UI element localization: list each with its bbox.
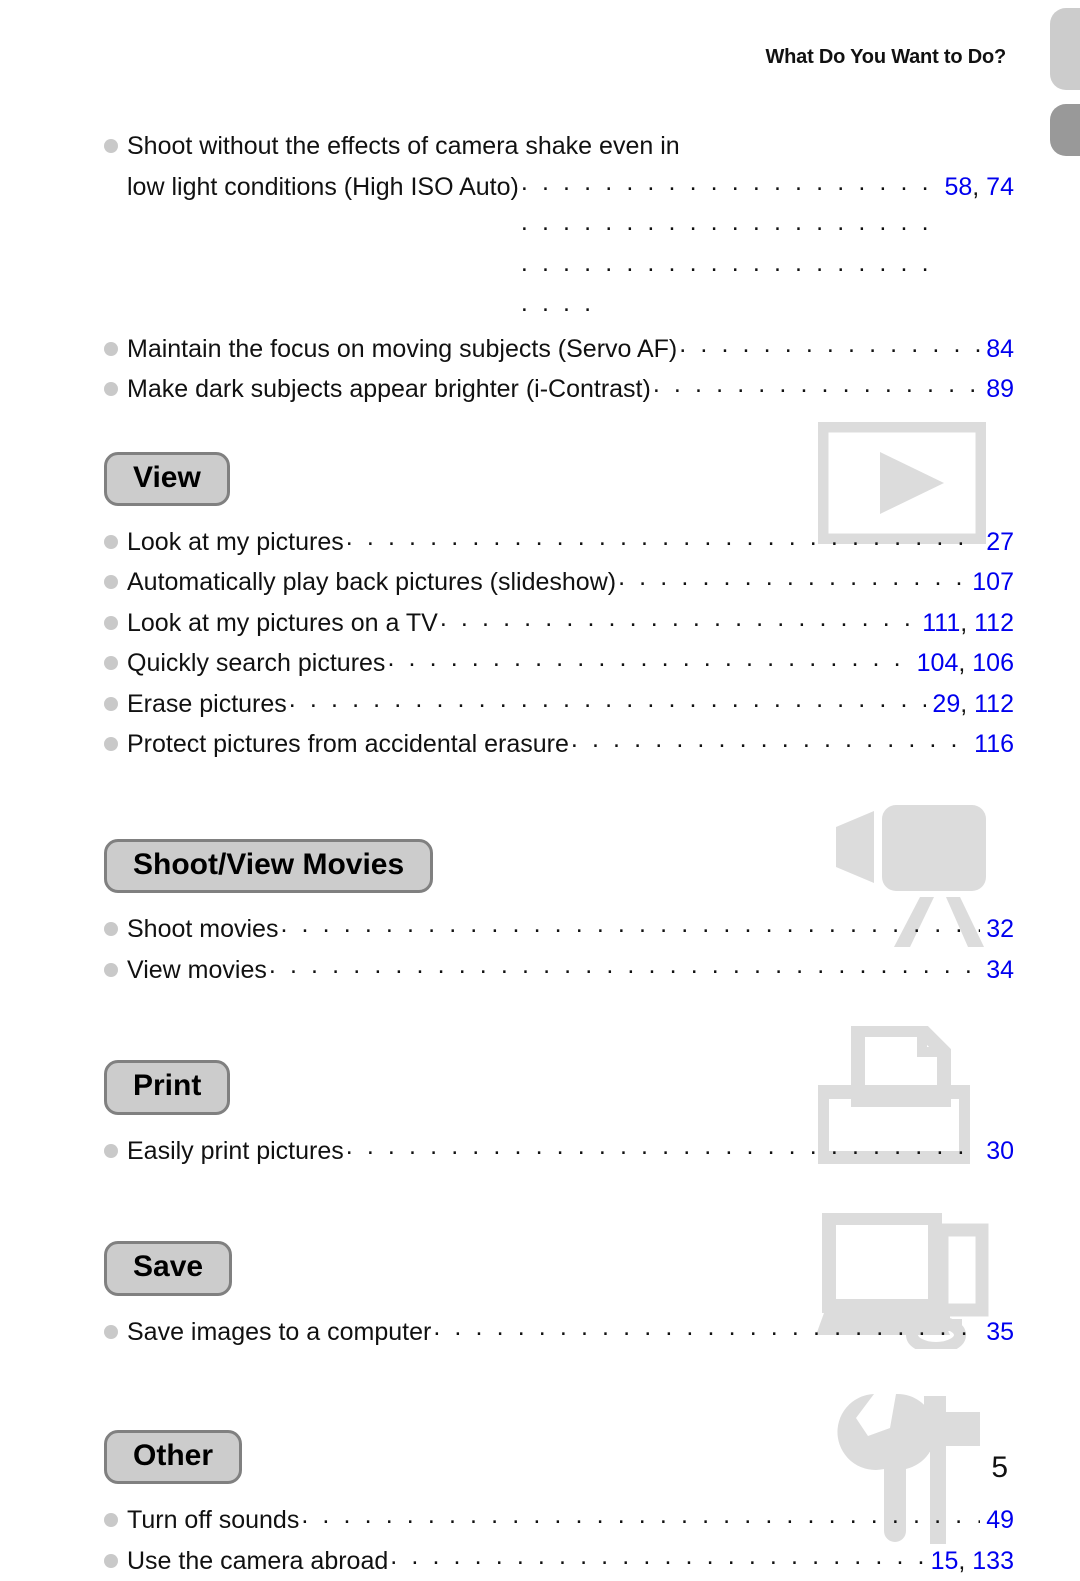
- toc-entry-label: Maintain the focus on moving subjects (S…: [127, 334, 678, 363]
- bullet-icon: [104, 1553, 118, 1568]
- edge-tab-dark: [1050, 104, 1080, 156]
- toc-entry[interactable]: Save images to a computer 35: [104, 1312, 1014, 1353]
- bullet-icon: [104, 1324, 118, 1339]
- toc-entry-pages[interactable]: 104, 106: [913, 643, 1014, 684]
- toc-entry[interactable]: Easily print pictures 30: [104, 1131, 1014, 1172]
- section-view: View Look at my pictures 27 Automaticall…: [104, 421, 1014, 765]
- toc-entry-label: Look at my pictures: [127, 527, 344, 556]
- section-print: Print Easily print pictures 30: [104, 1026, 1014, 1172]
- bullet-icon: [104, 139, 118, 153]
- bullet-icon: [104, 1143, 118, 1158]
- toc-entry[interactable]: Protect pictures from accidental erasure…: [104, 724, 1014, 765]
- leader-dots: [346, 1126, 980, 1167]
- bullet-icon: [104, 962, 118, 977]
- leader-dots: [387, 638, 910, 679]
- section-print-list: Easily print pictures 30: [104, 1131, 1014, 1172]
- toc-entry-pages[interactable]: 84: [982, 329, 1014, 370]
- section-heading-view: View: [104, 451, 230, 506]
- section-heading-print: Print: [104, 1060, 231, 1115]
- bullet-icon: [104, 696, 118, 711]
- toc-entry[interactable]: Make dark subjects appear brighter (i-Co…: [104, 369, 1014, 410]
- toc-entry[interactable]: Quickly search pictures 104, 106: [104, 643, 1014, 684]
- bullet-icon: [104, 341, 118, 356]
- toc-entry-pages[interactable]: 58, 74: [940, 167, 1014, 208]
- toc-entry-pages[interactable]: 27: [982, 522, 1014, 563]
- running-header: What Do You Want to Do?: [765, 46, 1006, 68]
- bullet-icon: [104, 615, 118, 630]
- toc-entry-label: Easily print pictures: [127, 1136, 344, 1165]
- toc-entry-label: Automatically play back pictures (slides…: [127, 568, 617, 597]
- toc-entry-pages[interactable]: 111, 112: [918, 603, 1014, 644]
- toc-entry-label: View movies: [127, 955, 267, 984]
- leader-dots: [653, 364, 980, 405]
- toc-entry[interactable]: Use the camera abroad 15, 133: [104, 1541, 1014, 1581]
- toc-entry-pages[interactable]: 32: [982, 909, 1014, 950]
- leader-dots: [521, 162, 939, 324]
- toc-entry-label-cont: low light conditions (High ISO Auto): [127, 172, 519, 201]
- toc-entry[interactable]: Automatically play back pictures (slides…: [104, 562, 1014, 603]
- toc-entry[interactable]: Shoot without the effects of camera shak…: [104, 126, 1014, 329]
- toc-entry-pages[interactable]: 35: [982, 1312, 1014, 1353]
- page-number: 5: [991, 1451, 1008, 1484]
- toc-entry[interactable]: Maintain the focus on moving subjects (S…: [104, 329, 1014, 370]
- leader-dots: [679, 324, 980, 365]
- bullet-icon: [104, 922, 118, 937]
- bullet-icon: [104, 737, 118, 752]
- toc-entry[interactable]: Shoot movies 32: [104, 909, 1014, 950]
- leader-dots: [390, 1536, 924, 1577]
- section-other: Other Turn off sounds 49 Use the camera …: [104, 1394, 1014, 1581]
- toc-entry[interactable]: Look at my pictures 27: [104, 522, 1014, 563]
- toc-entry-label: Quickly search pictures: [127, 649, 386, 678]
- section-movies-list: Shoot movies 32 View movies 34: [104, 909, 1014, 990]
- toc-entry-label: Shoot movies: [127, 915, 279, 944]
- edge-tab-light: [1050, 8, 1080, 90]
- section-view-list: Look at my pictures 27 Automatically pla…: [104, 522, 1014, 765]
- leader-dots: [301, 1495, 980, 1536]
- section-save-list: Save images to a computer 35: [104, 1312, 1014, 1353]
- toc-entry-label: Save images to a computer: [127, 1317, 432, 1346]
- leader-dots: [346, 517, 980, 558]
- toc-entry-label: Shoot without the effects of camera shak…: [127, 132, 680, 160]
- bullet-icon: [104, 534, 118, 549]
- leader-dots: [269, 945, 980, 986]
- section-other-list: Turn off sounds 49 Use the camera abroad…: [104, 1500, 1014, 1581]
- toc-entry-label: Use the camera abroad: [127, 1546, 389, 1575]
- toc-entry-pages[interactable]: 34: [982, 950, 1014, 991]
- bullet-icon: [104, 656, 118, 671]
- toc-entry-label: Look at my pictures on a TV: [127, 608, 438, 637]
- leader-dots: [433, 1307, 980, 1348]
- bullet-icon: [104, 382, 118, 396]
- intro-entry-list: Shoot without the effects of camera shak…: [104, 126, 1014, 410]
- toc-entry-pages[interactable]: 29, 112: [928, 684, 1014, 725]
- toc-entry[interactable]: Look at my pictures on a TV 111, 112: [104, 603, 1014, 644]
- section-save: Save Save images to a computer 35: [104, 1213, 1014, 1353]
- toc-entry-pages[interactable]: 89: [982, 369, 1014, 410]
- bullet-icon: [104, 575, 118, 590]
- toc-entry-label: Protect pictures from accidental erasure: [127, 730, 569, 759]
- toc-entry[interactable]: Erase pictures 29, 112: [104, 684, 1014, 725]
- section-shoot-view-movies: Shoot/View Movies Shoot movies 32 View m…: [104, 804, 1014, 990]
- toc-entry-pages[interactable]: 107: [968, 562, 1014, 603]
- leader-dots: [280, 904, 980, 945]
- leader-dots: [289, 679, 927, 720]
- toc-entry-pages[interactable]: 116: [970, 724, 1014, 765]
- toc-entry-label: Make dark subjects appear brighter (i-Co…: [127, 375, 651, 403]
- leader-dots: [571, 719, 968, 760]
- intro-section: Shoot without the effects of camera shak…: [104, 126, 1014, 410]
- toc-entry-pages[interactable]: 15, 133: [927, 1541, 1014, 1581]
- leader-dots: [440, 598, 916, 639]
- leader-dots: [618, 557, 966, 598]
- section-heading-shoot-view-movies: Shoot/View Movies: [104, 838, 434, 894]
- section-heading-other: Other: [104, 1430, 243, 1485]
- toc-entry[interactable]: View movies 34: [104, 950, 1014, 991]
- toc-entry-label: Erase pictures: [127, 689, 287, 718]
- toc-entry-pages[interactable]: 30: [982, 1131, 1014, 1172]
- page-body: Shoot without the effects of camera shak…: [104, 126, 1014, 1581]
- bullet-icon: [104, 1513, 118, 1528]
- section-heading-save: Save: [104, 1241, 233, 1296]
